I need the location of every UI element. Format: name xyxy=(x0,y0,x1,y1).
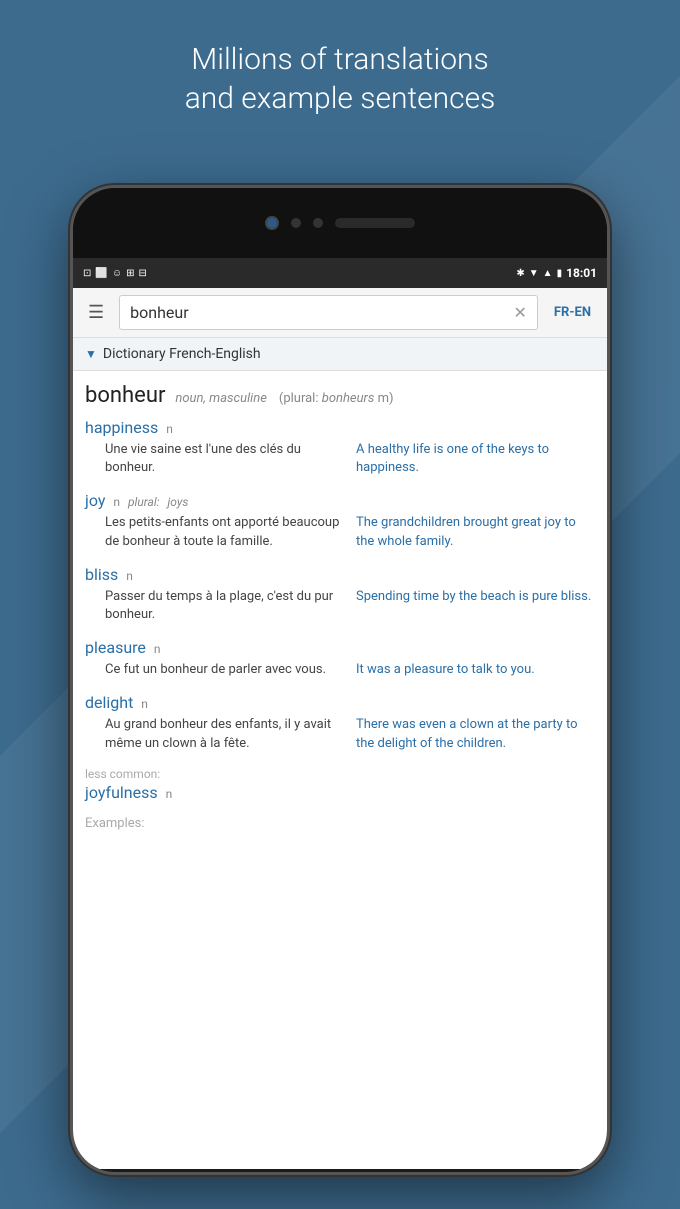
translation-word-pleasure: pleasure xyxy=(85,638,146,657)
phone-top xyxy=(73,188,607,258)
plural-label: plural: xyxy=(283,391,318,406)
translation-plural-word-joy: joys xyxy=(168,495,189,509)
status-icons: ⊡ ⬜ ☺ ⊞ ⊟ xyxy=(83,268,147,279)
translation-word-delight: delight xyxy=(85,693,133,712)
less-common-label: less common: xyxy=(85,767,597,781)
status-bar: ⊡ ⬜ ☺ ⊞ ⊟ ✱ ▼ ▲ ▮ 18:01 xyxy=(73,258,607,288)
search-input[interactable]: bonheur xyxy=(130,303,188,322)
example-fr-delight: Au grand bonheur des enfants, il y avait… xyxy=(105,716,346,752)
translation-word-joy: joy xyxy=(85,491,105,510)
example-row-pleasure: Ce fut un bonheur de parler avec vous. I… xyxy=(85,661,597,679)
main-content: bonheur noun, masculine (plural: bonheur… xyxy=(73,371,607,1169)
translation-word-happiness: happiness xyxy=(85,418,158,437)
plural-gender: m xyxy=(378,391,389,406)
translation-delight: delight n Au grand bonheur des enfants, … xyxy=(85,693,597,752)
translation-bliss: bliss n Passer du temps à la plage, c'es… xyxy=(85,565,597,624)
dict-expand-icon: ▼ xyxy=(85,347,97,361)
plural-info: (plural: bonheurs m) xyxy=(279,391,394,406)
word-entry: bonheur noun, masculine (plural: bonheur… xyxy=(85,383,597,408)
search-box[interactable]: bonheur ✕ xyxy=(119,295,538,330)
translation-pos-bliss: n xyxy=(126,569,133,583)
status-icon-2: ⬜ xyxy=(95,268,107,279)
translation-pos-pleasure: n xyxy=(154,642,161,656)
example-fr-bliss: Passer du temps à la plage, c'est du pur… xyxy=(105,588,346,624)
less-common-pos: n xyxy=(166,787,173,801)
camera xyxy=(265,216,279,230)
less-common-word: joyfulness xyxy=(85,783,158,802)
menu-button[interactable]: ☰ xyxy=(83,297,109,328)
example-fr-joy: Les petits-enfants ont apporté beaucoup … xyxy=(105,514,346,550)
example-en-joy: The grandchildren brought great joy to t… xyxy=(356,514,597,550)
header-text: Millions of translations and example sen… xyxy=(0,40,680,118)
dictionary-title: Dictionary French-English xyxy=(103,346,261,362)
example-fr-happiness: Une vie saine est l'une des clés du bonh… xyxy=(105,441,346,477)
translation-pleasure: pleasure n Ce fut un bonheur de parler a… xyxy=(85,638,597,679)
translation-plural-label-joy: plural: xyxy=(128,495,160,509)
example-row-happiness: Une vie saine est l'une des clés du bonh… xyxy=(85,441,597,477)
example-fr-pleasure: Ce fut un bonheur de parler avec vous. xyxy=(105,661,346,679)
status-right-icons: ✱ ▼ ▲ ▮ 18:01 xyxy=(516,266,597,280)
bluetooth-icon: ✱ xyxy=(516,268,524,279)
dot-right xyxy=(313,218,323,228)
example-row-delight: Au grand bonheur des enfants, il y avait… xyxy=(85,716,597,752)
part-of-speech: noun, masculine xyxy=(175,391,267,406)
status-icon-1: ⊡ xyxy=(83,268,91,279)
dot-left xyxy=(291,218,301,228)
signal-icon: ▲ xyxy=(543,268,553,279)
translation-pos-happiness: n xyxy=(166,422,173,436)
translation-happiness: happiness n Une vie saine est l'une des … xyxy=(85,418,597,477)
dictionary-label-bar[interactable]: ▼ Dictionary French-English xyxy=(73,338,607,371)
headword: bonheur xyxy=(85,383,165,408)
status-icon-4: ⊞ xyxy=(126,268,134,279)
examples-label: Examples: xyxy=(85,816,597,831)
example-en-pleasure: It was a pleasure to talk to you. xyxy=(356,661,597,679)
speaker xyxy=(335,218,415,228)
translation-word-bliss: bliss xyxy=(85,565,118,584)
status-icon-5: ⊟ xyxy=(138,268,146,279)
example-row-joy: Les petits-enfants ont apporté beaucoup … xyxy=(85,514,597,550)
translation-pos-joy: n xyxy=(113,495,120,509)
language-toggle[interactable]: FR-EN xyxy=(548,301,597,324)
clear-button[interactable]: ✕ xyxy=(514,303,527,322)
less-common-section: less common: joyfulness n xyxy=(85,767,597,802)
wifi-icon: ▼ xyxy=(529,268,539,279)
example-en-bliss: Spending time by the beach is pure bliss… xyxy=(356,588,597,624)
app-toolbar: ☰ bonheur ✕ FR-EN xyxy=(73,288,607,338)
example-en-delight: There was even a clown at the party to t… xyxy=(356,716,597,752)
battery-icon: ▮ xyxy=(557,268,563,279)
example-row-bliss: Passer du temps à la plage, c'est du pur… xyxy=(85,588,597,624)
phone-frame: ⊡ ⬜ ☺ ⊞ ⊟ ✱ ▼ ▲ ▮ 18:01 ☰ bonheur ✕ FR-E… xyxy=(70,185,610,1175)
translation-pos-delight: n xyxy=(141,697,148,711)
status-time: 18:01 xyxy=(566,266,597,280)
example-en-happiness: A healthy life is one of the keys to hap… xyxy=(356,441,597,477)
plural-word: bonheurs xyxy=(322,391,375,406)
translation-joy: joy n plural: joys Les petits-enfants on… xyxy=(85,491,597,550)
status-icon-3: ☺ xyxy=(112,268,122,279)
